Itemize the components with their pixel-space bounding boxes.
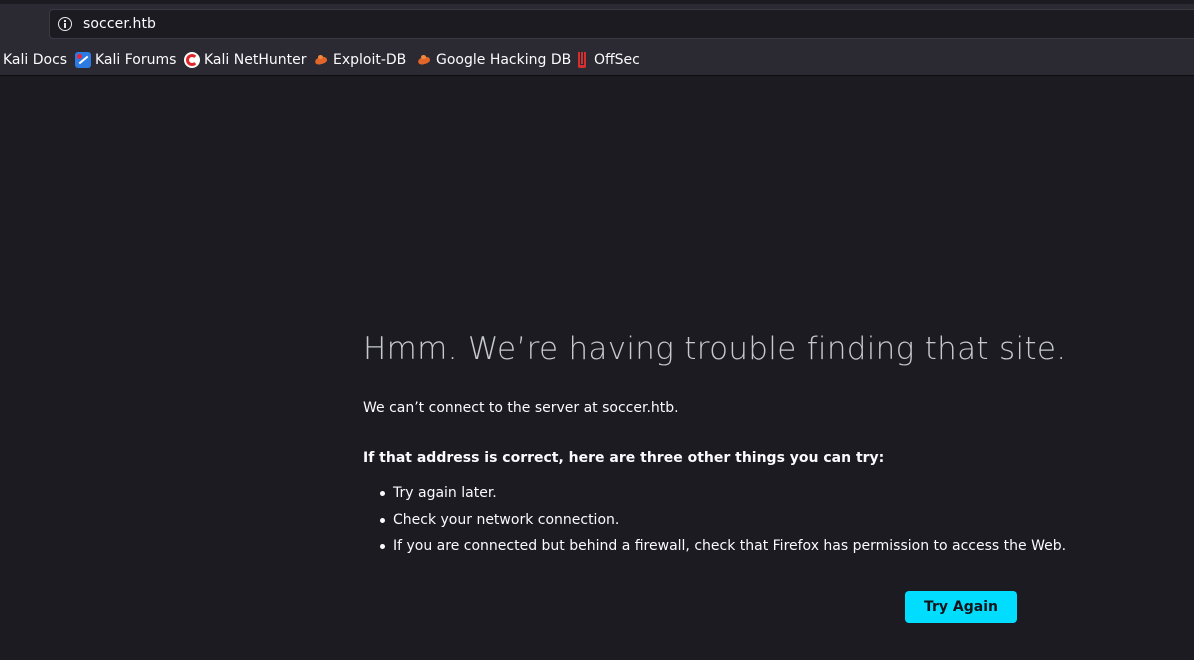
kali-nethunter-icon bbox=[184, 52, 200, 68]
bookmark-label: Exploit-DB bbox=[333, 52, 407, 68]
try-again-button[interactable]: Try Again bbox=[905, 591, 1017, 623]
error-description: We can’t connect to the server at soccer… bbox=[363, 400, 679, 416]
tab-strip-edge bbox=[0, 0, 1194, 4]
google-hacking-db-icon bbox=[416, 52, 432, 68]
bookmark-kali-docs[interactable]: Kali Docs bbox=[3, 52, 67, 68]
navigation-toolbar: soccer.htb bbox=[0, 0, 1194, 43]
list-item: Try again later. bbox=[363, 480, 1066, 507]
error-page: Hmm. We’re having trouble finding that s… bbox=[0, 76, 1194, 660]
bookmark-google-hacking-db[interactable]: Google Hacking DB bbox=[416, 52, 571, 68]
bookmark-label: Google Hacking DB bbox=[436, 52, 572, 68]
bookmark-label: Kali Forums bbox=[95, 52, 177, 68]
bookmark-offsec[interactable]: OffSec bbox=[574, 52, 640, 68]
suggestions-heading: If that address is correct, here are thr… bbox=[363, 450, 885, 466]
bookmark-exploit-db[interactable]: Exploit-DB bbox=[313, 52, 406, 68]
bookmark-label: Kali Docs bbox=[3, 52, 68, 68]
bookmark-label: OffSec bbox=[594, 52, 640, 68]
site-info-icon[interactable] bbox=[58, 17, 72, 31]
exploit-db-icon bbox=[313, 52, 329, 68]
bookmarks-toolbar: Kali Docs Kali Forums Kali NetHunter Exp… bbox=[0, 43, 1194, 76]
error-title: Hmm. We’re having trouble finding that s… bbox=[363, 331, 1067, 367]
list-item: If you are connected but behind a firewa… bbox=[363, 533, 1066, 560]
offsec-icon bbox=[574, 52, 590, 68]
kali-forums-icon bbox=[75, 52, 91, 68]
bookmark-kali-forums[interactable]: Kali Forums bbox=[75, 52, 176, 68]
list-item: Check your network connection. bbox=[363, 507, 1066, 534]
suggestions-list: Try again later. Check your network conn… bbox=[363, 480, 1066, 560]
url-text[interactable]: soccer.htb bbox=[83, 16, 156, 32]
address-bar[interactable]: soccer.htb bbox=[49, 9, 1194, 39]
bookmark-kali-nethunter[interactable]: Kali NetHunter bbox=[184, 52, 306, 68]
bookmark-label: Kali NetHunter bbox=[204, 52, 307, 68]
